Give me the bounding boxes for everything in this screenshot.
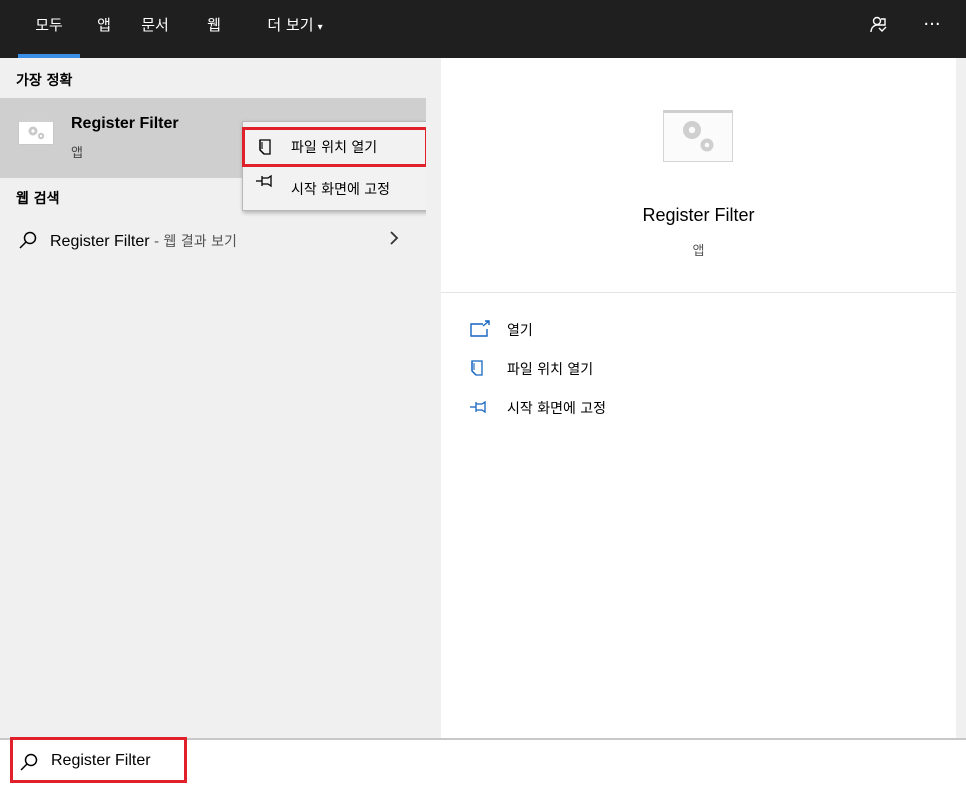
search-icon bbox=[20, 753, 38, 771]
tab-all[interactable]: 모두 bbox=[18, 0, 80, 58]
feedback-icon[interactable] bbox=[860, 0, 896, 50]
action-open[interactable]: 열기 bbox=[469, 316, 589, 344]
menu-item-open-file-location[interactable]: 파일 위치 열기 bbox=[243, 128, 430, 164]
divider bbox=[441, 292, 956, 293]
action-pin-to-start[interactable]: 시작 화면에 고정 bbox=[469, 394, 649, 422]
tab-web[interactable]: 웹 bbox=[196, 0, 232, 58]
tab-apps-label: 앱 bbox=[97, 16, 111, 34]
preview-header: Register Filter 앱 bbox=[441, 58, 956, 292]
menu-item-label: 시작 화면에 고정 bbox=[291, 182, 391, 198]
tab-apps[interactable]: 앱 bbox=[88, 0, 120, 58]
tab-documents[interactable]: 문서 bbox=[132, 0, 178, 58]
context-menu: 파일 위치 열기 시작 화면에 고정 bbox=[242, 121, 431, 211]
web-result-label: Register Filter - 웹 결과 보기 bbox=[50, 231, 237, 251]
preview-subtitle: 앱 bbox=[692, 244, 705, 259]
preview-card: Register Filter 앱 열기 파일 위치 열기 시작 화면에 고정 bbox=[441, 58, 956, 738]
action-label: 파일 위치 열기 bbox=[507, 362, 594, 378]
tab-all-label: 모두 bbox=[35, 16, 63, 34]
top-bar: 모두 앱 문서 웹 더 보기 ▾ ··· bbox=[0, 0, 966, 58]
chevron-right-icon[interactable] bbox=[388, 229, 400, 252]
app-gear-icon bbox=[663, 110, 733, 162]
tab-more[interactable]: 더 보기 ▾ bbox=[252, 0, 338, 58]
preview-panel: Register Filter 앱 열기 파일 위치 열기 시작 화면에 고정 bbox=[426, 58, 966, 738]
chevron-down-icon: ▾ bbox=[317, 22, 323, 33]
tab-web-label: 웹 bbox=[207, 16, 221, 34]
more-options-icon[interactable]: ··· bbox=[912, 0, 952, 50]
tab-more-label: 더 보기 bbox=[267, 16, 314, 34]
web-search-result[interactable]: Register Filter - 웹 결과 보기 bbox=[0, 223, 426, 259]
best-match-type: 앱 bbox=[71, 146, 83, 161]
search-bar bbox=[0, 738, 966, 785]
folder-icon bbox=[471, 360, 483, 376]
app-gear-icon bbox=[18, 119, 54, 145]
menu-item-label: 파일 위치 열기 bbox=[291, 140, 378, 156]
web-search-header: 웹 검색 bbox=[16, 191, 60, 207]
tab-documents-label: 문서 bbox=[141, 16, 169, 34]
best-match-header: 가장 정확 bbox=[16, 73, 73, 89]
open-icon bbox=[470, 320, 490, 337]
web-result-query: Register Filter bbox=[50, 233, 150, 250]
pin-icon bbox=[470, 400, 486, 414]
action-label: 열기 bbox=[507, 323, 533, 339]
action-open-file-location[interactable]: 파일 위치 열기 bbox=[469, 355, 639, 383]
folder-icon bbox=[259, 139, 271, 155]
preview-title: Register Filter bbox=[642, 205, 755, 225]
pin-icon bbox=[256, 174, 272, 188]
search-icon bbox=[19, 231, 37, 249]
search-input[interactable] bbox=[51, 752, 651, 770]
web-result-suffix: - 웹 결과 보기 bbox=[149, 234, 237, 250]
action-label: 시작 화면에 고정 bbox=[507, 401, 607, 417]
menu-item-pin-to-start[interactable]: 시작 화면에 고정 bbox=[243, 170, 430, 206]
best-match-name: Register Filter bbox=[71, 115, 179, 132]
